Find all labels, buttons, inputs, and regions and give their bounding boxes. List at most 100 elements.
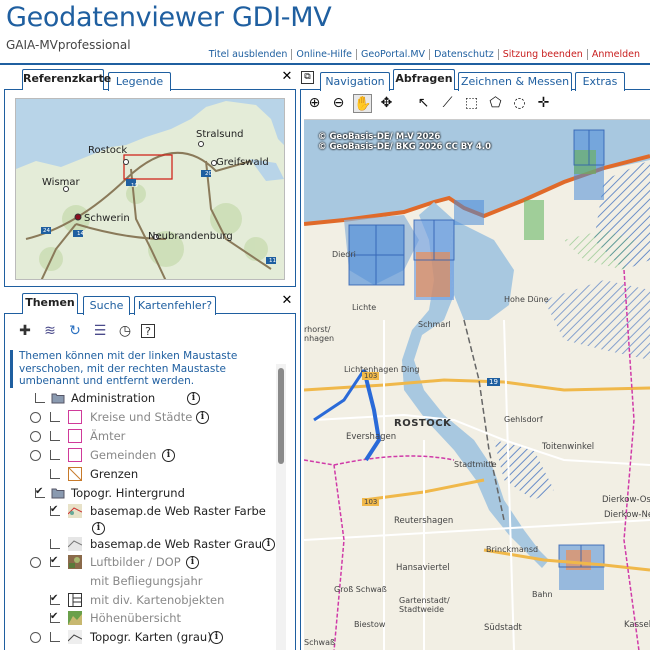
map-label-toitenwinkel: Toitenwinkel xyxy=(542,442,595,452)
info-icon[interactable]: i xyxy=(187,392,200,405)
tab-referenzkarte[interactable]: Referenzkarte xyxy=(22,69,111,90)
radio-button[interactable] xyxy=(30,450,41,461)
move-icon[interactable]: ✥ xyxy=(377,94,396,113)
radio-button[interactable] xyxy=(30,557,41,568)
refresh-icon[interactable]: ↻ xyxy=(66,322,84,340)
info-icon[interactable]: i xyxy=(186,556,199,569)
map-label-lichtenhagen: Lichte xyxy=(352,303,377,312)
map-objects-icon xyxy=(68,593,82,607)
map-label-gartenstadt: Gartenstadt/ Stadtweide xyxy=(399,596,450,614)
map-label-bahn: Bahn xyxy=(532,590,553,599)
checkbox-checked[interactable] xyxy=(50,552,60,569)
link-datenschutz[interactable]: Datenschutz xyxy=(429,49,498,60)
map-label-kassebohm: Kassebo xyxy=(624,620,650,630)
tree-row-basemap-farbe[interactable]: basemap.de Web Raster Farbe xyxy=(30,501,270,520)
info-icon[interactable]: i xyxy=(210,631,223,644)
info-icon[interactable]: i xyxy=(196,411,209,424)
checkbox[interactable] xyxy=(50,469,60,479)
zoom-out-icon[interactable]: ⊖ xyxy=(329,94,348,113)
link-sitzung-beenden[interactable]: Sitzung beenden xyxy=(497,49,587,60)
main-map[interactable]: © GeoBasis-DE/ M-V 2026 © GeoBasis-DE/ B… xyxy=(304,119,650,650)
zoom-in-icon[interactable]: ⊕ xyxy=(305,94,324,113)
map-label-hohe-duene: Hohe Düne xyxy=(504,295,549,304)
checkbox[interactable] xyxy=(50,632,60,642)
checkbox[interactable] xyxy=(35,393,45,403)
layers-icon[interactable]: ≋ xyxy=(41,322,59,340)
tab-suche[interactable]: Suche xyxy=(83,296,130,315)
tree-row-gemeinden[interactable]: Gemeinden i xyxy=(30,447,270,464)
shield-a11: 11 xyxy=(269,258,276,264)
select-add-icon[interactable]: ✛ xyxy=(534,94,553,113)
city-stralsund: Stralsund xyxy=(196,129,244,140)
main-map-graphic xyxy=(304,120,650,650)
tab-extras[interactable]: Extras xyxy=(575,72,625,91)
radio-button[interactable] xyxy=(30,412,41,423)
info-icon[interactable]: i xyxy=(162,449,175,462)
checkbox-checked[interactable] xyxy=(50,590,60,607)
polygon-symbol-icon xyxy=(68,410,82,424)
header-divider xyxy=(0,63,650,65)
select-line-icon[interactable]: ⟋ xyxy=(438,94,457,113)
road-shield-19: 19 xyxy=(487,378,500,386)
add-theme-icon[interactable]: ✚ xyxy=(16,322,34,340)
elevation-icon xyxy=(68,611,82,625)
tab-legende[interactable]: Legende xyxy=(108,72,171,91)
tab-abfragen[interactable]: Abfragen xyxy=(393,69,455,90)
link-geoportal[interactable]: GeoPortal.MV xyxy=(356,49,429,60)
checkbox[interactable] xyxy=(50,412,60,422)
info-icon[interactable]: i xyxy=(92,522,105,535)
checkbox-checked[interactable] xyxy=(50,501,60,518)
tab-navigation[interactable]: Navigation xyxy=(320,72,390,91)
tab-kartenfehler[interactable]: Kartenfehler? xyxy=(134,296,216,315)
tree-row-hoehenuebersicht[interactable]: Höhenübersicht xyxy=(30,608,270,627)
select-circle-icon[interactable]: ◌ xyxy=(510,94,529,113)
map-copyright: © GeoBasis-DE/ M-V 2026 © GeoBasis-DE/ B… xyxy=(318,132,491,152)
checkbox[interactable] xyxy=(50,431,60,441)
folder-icon xyxy=(51,488,65,499)
radio-button[interactable] xyxy=(30,632,41,643)
info-icon[interactable]: i xyxy=(262,538,275,551)
themes-toolbar: ✚ ≋ ↻ ☰ ◷ ? xyxy=(16,322,155,340)
tree-row-administration[interactable]: Administration i xyxy=(33,390,273,407)
link-titel-ausblenden[interactable]: Titel ausblenden xyxy=(205,49,292,60)
clock-icon[interactable]: ◷ xyxy=(116,322,134,340)
pan-hand-icon[interactable]: ✋ xyxy=(353,94,372,113)
tree-row-aemter[interactable]: Ämter xyxy=(30,428,270,445)
reference-map-graphic xyxy=(16,99,284,279)
map-label-schmarl: Schmarl xyxy=(418,320,451,329)
panel-toggle-icon[interactable]: ⧉ xyxy=(301,71,314,84)
close-reference-panel-icon[interactable]: ✕ xyxy=(281,70,293,83)
reference-map[interactable]: 19 20 14 24 11 Stralsund Rostock Greifsw… xyxy=(15,98,285,280)
checkbox-checked[interactable] xyxy=(50,608,60,625)
help-icon[interactable]: ? xyxy=(141,324,155,338)
map-label-dierkow-neu: Dierkow-Ne xyxy=(604,510,650,520)
city-greifswald: Greifswald xyxy=(216,157,269,168)
scrollbar-thumb[interactable] xyxy=(278,368,284,464)
tree-row-basemap-grau[interactable]: basemap.de Web Raster Grau i xyxy=(30,536,280,553)
tree-row-topogr-hintergrund[interactable]: Topogr. Hintergrund xyxy=(33,483,273,502)
boundary-symbol-icon xyxy=(68,467,82,481)
select-rectangle-icon[interactable]: ⬚ xyxy=(462,94,481,113)
link-anmelden[interactable]: Anmelden xyxy=(586,49,644,60)
tree-row-kreise[interactable]: Kreise und Städte i xyxy=(30,409,270,426)
tab-themen[interactable]: Themen xyxy=(22,293,78,314)
tree-row-befliegungsjahr[interactable]: mit Befliegungsjahr xyxy=(30,573,270,590)
close-themes-panel-icon[interactable]: ✕ xyxy=(281,294,293,307)
app-subtitle: GAIA-MVprofessional xyxy=(6,38,131,52)
select-polygon-icon[interactable]: ⬠ xyxy=(486,94,505,113)
tree-row-topogr-karten[interactable]: Topogr. Karten (grau) i xyxy=(30,629,280,646)
layers-stack-icon[interactable]: ☰ xyxy=(91,322,109,340)
themes-scrollbar[interactable] xyxy=(276,364,286,650)
checkbox-checked[interactable] xyxy=(35,483,45,500)
tree-row-grenzen[interactable]: Grenzen xyxy=(30,466,270,483)
map-label-evershagen: Evershagen xyxy=(346,432,397,442)
link-online-hilfe[interactable]: Online-Hilfe xyxy=(291,49,356,60)
tab-zeichnen-messen[interactable]: Zeichnen & Messen xyxy=(458,72,572,91)
checkbox[interactable] xyxy=(50,539,60,549)
tree-row-kartenobjekte[interactable]: mit div. Kartenobjekten xyxy=(30,590,270,609)
select-info-icon[interactable]: ↖ xyxy=(414,94,433,113)
map-toolbar: ⊕ ⊖ ✋ ✥ ↖ ⟋ ⬚ ⬠ ◌ ✛ xyxy=(305,94,553,113)
checkbox[interactable] xyxy=(50,450,60,460)
tree-row-luftbilder[interactable]: Luftbilder / DOP i xyxy=(30,552,270,571)
radio-button[interactable] xyxy=(30,431,41,442)
